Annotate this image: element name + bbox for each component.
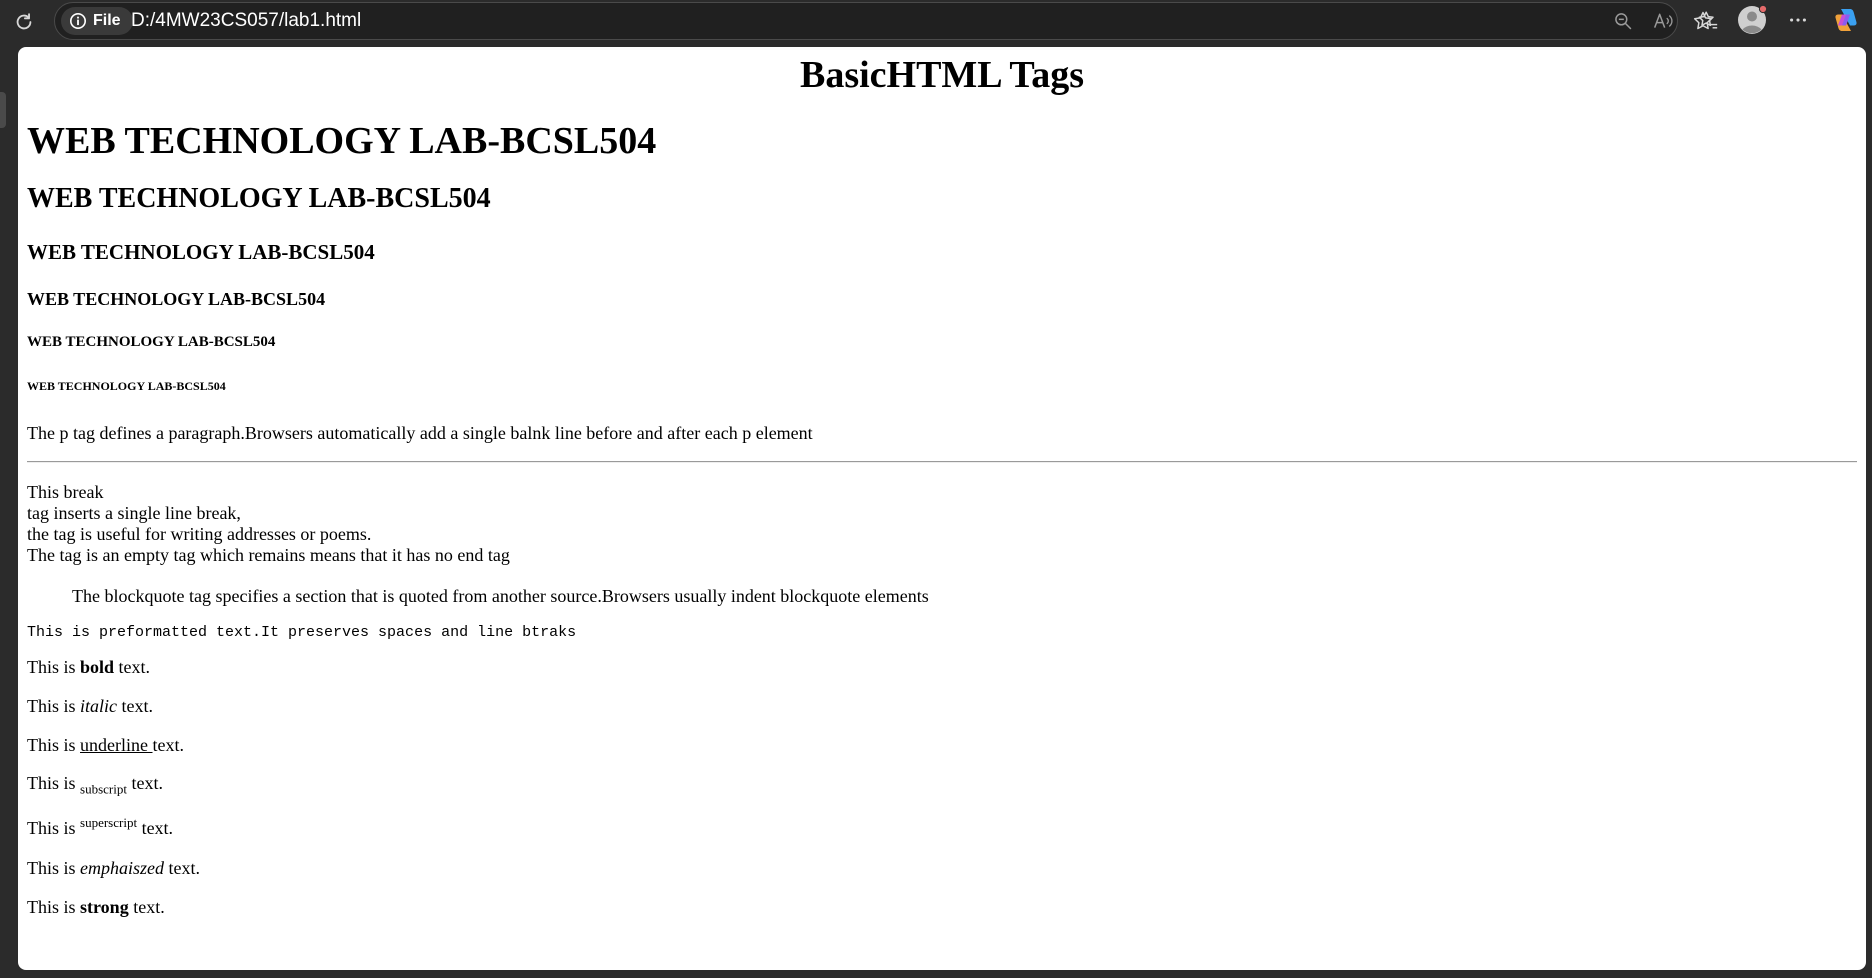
emphasized-line: This is emphaiszed text. [27,858,200,879]
underline-word: underline [80,735,152,755]
zoom-button[interactable] [1607,5,1639,37]
heading-5: WEB TECHNOLOGY LAB-BCSL504 [27,334,276,350]
suffix-text: text. [152,735,185,755]
subscript-line: This is subscript text. [27,773,163,798]
bold-word: bold [80,657,115,677]
heading-6: WEB TECHNOLOGY LAB-BCSL504 [27,379,226,393]
break-line: The tag is an empty tag which remains me… [27,545,510,565]
break-line: the tag is useful for writing addresses … [27,524,372,544]
strong-word: strong [80,897,129,917]
break-line: tag inserts a single line break, [27,503,241,523]
underline-line: This is underline text. [27,735,184,756]
copilot-button[interactable] [1830,4,1862,36]
prefix-text: This is [27,773,76,793]
more-options-button[interactable] [1782,4,1814,36]
underline-word-text: underline [80,735,148,755]
refresh-icon [16,13,32,30]
suffix-text: text. [131,773,163,793]
browser-toolbar: File D:/4MW23CS057/lab1.html [0,0,1872,46]
more-icon [1790,18,1806,22]
site-info-button[interactable]: File [61,7,133,35]
italic-word: italic [80,696,118,716]
refresh-button[interactable] [8,6,40,38]
url-text[interactable]: D:/4MW23CS057/lab1.html [131,3,361,39]
horizontal-rule [27,461,1857,463]
zoom-out-icon [1615,13,1632,30]
page-content: BasicHTML Tags WEB TECHNOLOGY LAB-BCSL50… [18,47,1866,970]
copilot-icon [1835,9,1857,31]
window-bottom-edge [0,970,1872,978]
prefix-text: This is [27,657,76,677]
heading-3: WEB TECHNOLOGY LAB-BCSL504 [27,240,375,264]
line-break-block: This break tag inserts a single line bre… [27,482,510,566]
heading-4: WEB TECHNOLOGY LAB-BCSL504 [27,289,326,309]
subscript-word: subscript [80,781,127,797]
emphasized-word: emphaiszed [80,858,165,878]
suffix-text: text. [168,858,201,878]
superscript-line: This is superscript text. [27,815,173,839]
suffix-text: text. [118,657,151,677]
prefix-text: This is [27,818,76,838]
heading-1: WEB TECHNOLOGY LAB-BCSL504 [27,120,657,162]
suffix-text: text. [121,696,154,716]
sidebar-tab-handle[interactable] [0,92,6,128]
preformatted-text: This is preformatted text.It preserves s… [27,624,577,641]
info-icon [69,12,87,30]
site-info-label: File [93,12,121,29]
address-bar[interactable]: File D:/4MW23CS057/lab1.html [54,2,1713,40]
break-line: This break [27,482,104,502]
page-title: BasicHTML Tags [799,54,1085,96]
bold-line: This is bold text. [27,657,150,678]
read-aloud-icon [1653,13,1673,28]
favorites-icon [1698,11,1718,29]
profile-button[interactable] [1736,4,1768,36]
suffix-text: text. [141,818,174,838]
strong-line: This is strong text. [27,897,165,918]
favorites-button[interactable] [1692,4,1724,36]
blockquote-text: The blockquote tag specifies a section t… [72,586,929,606]
prefix-text: This is [27,897,76,917]
prefix-text: This is [27,696,76,716]
superscript-word: superscript [80,815,138,830]
heading-2: WEB TECHNOLOGY LAB-BCSL504 [27,183,491,214]
avatar-icon [1738,5,1767,34]
suffix-text: text. [133,897,165,917]
italic-line: This is italic text. [27,696,153,717]
paragraph-text: The p tag defines a paragraph.Browsers a… [27,423,813,443]
prefix-text: This is [27,858,76,878]
prefix-text: This is [27,735,76,755]
read-aloud-button[interactable] [1647,5,1679,37]
